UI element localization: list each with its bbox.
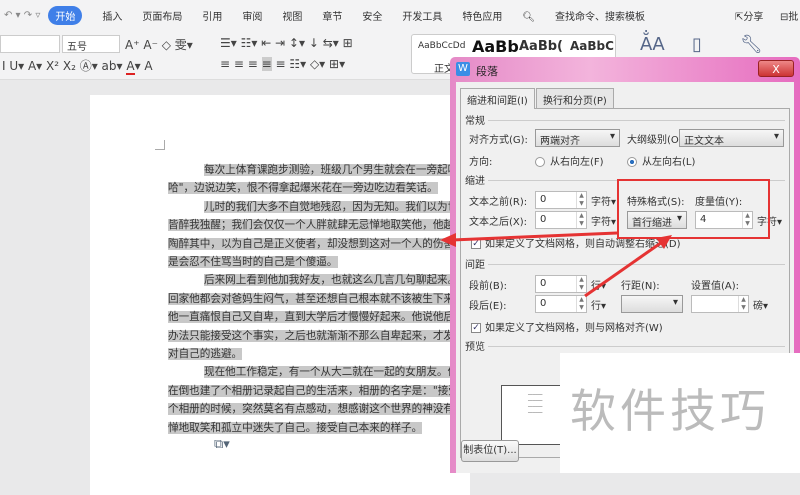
arrow-head-left [440, 233, 456, 247]
arrow-line-up [584, 238, 666, 298]
watermark: 软件技巧 [560, 353, 800, 473]
arrow-line-left [451, 231, 618, 242]
arrow-head-up [656, 235, 672, 249]
tab-indent-spacing[interactable]: 缩进和间距(I) [460, 88, 535, 109]
